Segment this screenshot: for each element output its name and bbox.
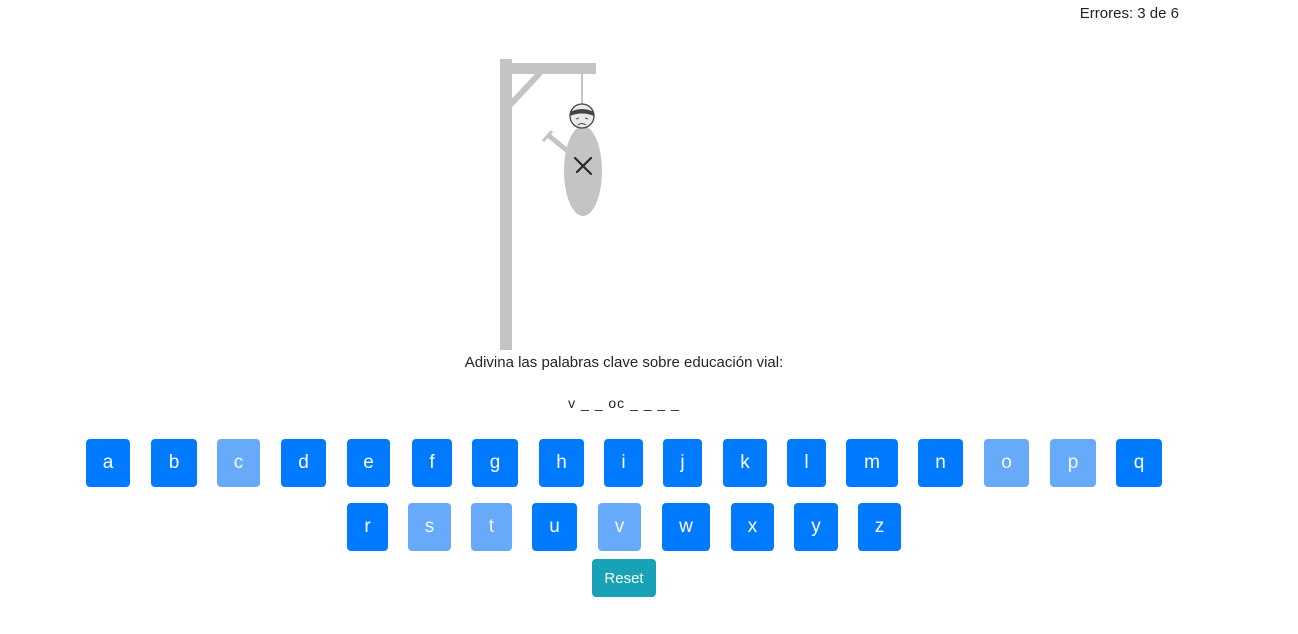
key-r[interactable]: r	[347, 503, 388, 551]
key-o[interactable]: o	[984, 439, 1029, 487]
key-h[interactable]: h	[539, 439, 584, 487]
reset-button[interactable]: Reset	[592, 559, 656, 597]
key-e[interactable]: e	[347, 439, 390, 487]
key-b[interactable]: b	[151, 439, 197, 487]
key-p[interactable]: p	[1050, 439, 1096, 487]
key-i[interactable]: i	[604, 439, 643, 487]
key-x[interactable]: x	[731, 503, 774, 551]
key-j[interactable]: j	[663, 439, 702, 487]
key-u[interactable]: u	[532, 503, 577, 551]
key-k[interactable]: k	[723, 439, 767, 487]
key-m[interactable]: m	[846, 439, 898, 487]
key-t[interactable]: t	[471, 503, 512, 551]
gallows-brace	[507, 70, 543, 108]
key-s[interactable]: s	[408, 503, 451, 551]
hangman-figure	[541, 103, 602, 216]
key-y[interactable]: y	[794, 503, 838, 551]
hangman-drawing	[500, 59, 602, 350]
errors-counter: Errores: 3 de 6	[1079, 5, 1179, 22]
key-v[interactable]: v	[598, 503, 641, 551]
key-c[interactable]: c	[217, 439, 260, 487]
masked-word: v _ _ oc _ _ _ _	[568, 395, 680, 411]
figure-head	[569, 103, 595, 129]
key-n[interactable]: n	[918, 439, 963, 487]
key-q[interactable]: q	[1116, 439, 1162, 487]
key-l[interactable]: l	[787, 439, 826, 487]
key-w[interactable]: w	[662, 503, 710, 551]
key-d[interactable]: d	[281, 439, 326, 487]
game-prompt: Adivina las palabras clave sobre educaci…	[464, 354, 784, 371]
key-a[interactable]: a	[86, 439, 130, 487]
key-g[interactable]: g	[472, 439, 518, 487]
key-z[interactable]: z	[858, 503, 901, 551]
key-f[interactable]: f	[412, 439, 452, 487]
figure-body	[564, 126, 602, 216]
